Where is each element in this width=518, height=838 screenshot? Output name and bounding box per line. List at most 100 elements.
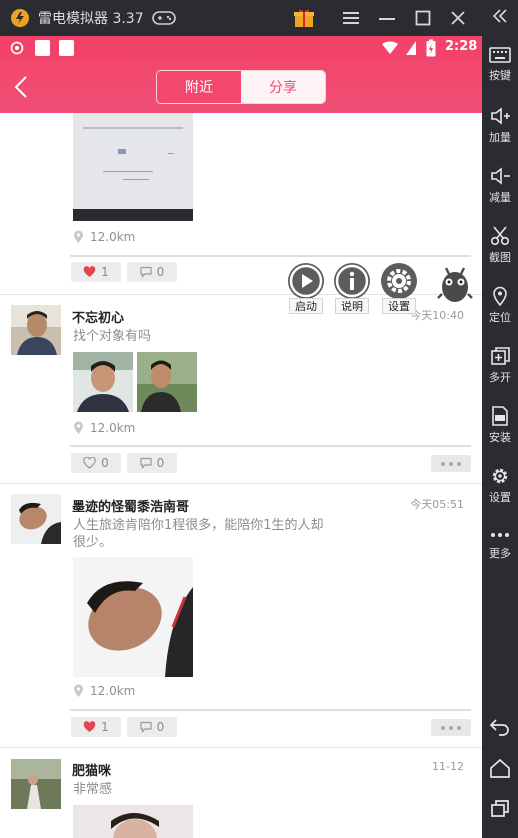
back-arrow-icon[interactable]: [13, 75, 29, 99]
toolbar-volume-up-label: 加量: [489, 131, 511, 144]
back-icon[interactable]: [482, 716, 518, 739]
comment-button[interactable]: 0: [127, 262, 177, 282]
android-notification-icon: [10, 41, 24, 55]
like-count: 1: [101, 720, 109, 734]
like-button[interactable]: 1: [71, 717, 121, 737]
post-photo[interactable]: [73, 352, 133, 412]
minimize-icon[interactable]: [374, 6, 400, 30]
floating-info-button[interactable]: [334, 263, 370, 299]
toolbar-volume-down[interactable]: 减量: [482, 166, 518, 205]
gear-icon: [492, 468, 508, 484]
location-pin-icon: [493, 286, 507, 306]
close-icon[interactable]: [445, 6, 471, 30]
gamepad-icon[interactable]: [151, 10, 176, 26]
divider: [70, 709, 471, 711]
toolbar-multi-open-label: 多开: [489, 371, 511, 384]
post-username[interactable]: 肥猫咪: [72, 760, 111, 779]
post-username[interactable]: 墨迹的怪蜀黍浩南哥: [72, 496, 189, 515]
tab-nearby[interactable]: 附近: [157, 71, 241, 103]
like-button[interactable]: 1: [71, 262, 121, 282]
floating-play-label: 启动: [289, 298, 323, 314]
tab-share[interactable]: 分享: [241, 71, 325, 103]
comment-button[interactable]: 0: [127, 453, 177, 473]
toolbar-keyboard-label: 按键: [489, 69, 511, 82]
feed-post: 墨迹的怪蜀黍浩南哥 今天05:51 人生旅途肯陪你1程很多，能陪你1生的人却 很…: [0, 484, 482, 748]
post-distance: 12.0km: [90, 230, 136, 244]
comment-icon: [140, 721, 152, 733]
like-button[interactable]: 0: [71, 453, 121, 473]
avatar[interactable]: [11, 759, 61, 809]
divider: [70, 255, 471, 257]
avatar[interactable]: [11, 494, 61, 544]
post-distance: 12.0km: [90, 421, 136, 435]
more-options-button[interactable]: [431, 719, 471, 736]
home-icon[interactable]: [482, 758, 518, 781]
toolbar-settings[interactable]: 设置: [482, 466, 518, 505]
toolbar-volume-down-label: 减量: [489, 191, 511, 204]
toolbar-install-apk[interactable]: 安装: [482, 406, 518, 445]
divider: [70, 445, 471, 447]
volume-up-icon: [491, 107, 510, 125]
post-location: 12.0km: [72, 421, 135, 435]
emulator-title: 雷电模拟器 3.37: [38, 11, 144, 27]
recent-apps-icon[interactable]: [482, 798, 518, 821]
info-icon: [335, 264, 369, 298]
like-count: 0: [101, 456, 109, 470]
heart-filled-icon: [83, 266, 96, 277]
like-count: 1: [101, 265, 109, 279]
post-photo[interactable]: [73, 805, 193, 838]
post-distance: 12.0km: [90, 684, 136, 698]
menu-icon[interactable]: [338, 6, 364, 30]
keyboard-icon: [489, 47, 511, 63]
toolbar-location-label: 定位: [489, 311, 511, 324]
play-icon: [289, 264, 323, 298]
post-time: 11-12: [432, 760, 464, 773]
sd-card-icon: [35, 40, 50, 56]
post-location: 12.0km: [72, 230, 135, 244]
post-text-line-2: 很少。: [73, 535, 113, 550]
toolbar-volume-up[interactable]: 加量: [482, 106, 518, 145]
post-time: 今天10:40: [410, 309, 464, 322]
toolbar-screenshot-label: 截图: [489, 251, 511, 264]
emulator-toolbar: 按键 加量 减量 截图 定位 多开 安装 设置 更多: [482, 0, 518, 838]
scissors-icon: [490, 226, 510, 246]
gift-icon[interactable]: [291, 6, 317, 30]
status-time: 2:28: [445, 39, 478, 54]
location-pin-icon: [74, 684, 83, 697]
toolbar-location[interactable]: 定位: [482, 286, 518, 325]
comment-count: 0: [156, 720, 165, 734]
post-text-line-1: 人生旅途肯陪你1程很多，能陪你1生的人却: [73, 518, 324, 533]
floating-play-button[interactable]: [288, 263, 324, 299]
toolbar-multi-open[interactable]: 多开: [482, 346, 518, 385]
toolbar-keyboard[interactable]: 按键: [482, 46, 518, 83]
location-pin-icon: [74, 230, 83, 243]
toolbar-screenshot[interactable]: 截图: [482, 226, 518, 265]
post-photo[interactable]: [137, 352, 197, 412]
post-username[interactable]: 不忘初心: [72, 307, 124, 326]
avatar[interactable]: [11, 305, 61, 355]
phone-screen: 2:28 附近 分享 12.0km 1 0 不忘初心 今天10:40 找个对象有…: [0, 36, 482, 838]
collapse-toolbar-icon[interactable]: [482, 8, 518, 27]
feed-list[interactable]: 12.0km 1 0 不忘初心 今天10:40 找个对象有吗 12.0km 0 …: [0, 113, 482, 838]
post-photo[interactable]: [73, 113, 193, 221]
more-options-button[interactable]: [431, 455, 471, 472]
heart-filled-icon: [83, 721, 96, 732]
floating-settings-button[interactable]: [381, 263, 417, 299]
floating-bug-mascot-icon[interactable]: [436, 262, 474, 306]
maximize-icon[interactable]: [410, 6, 436, 30]
gear-icon: [387, 269, 411, 293]
comment-icon: [140, 457, 152, 469]
apk-install-icon: [492, 406, 508, 426]
post-photo[interactable]: [73, 557, 193, 677]
comment-icon: [140, 266, 152, 278]
emulator-title-bar: 雷电模拟器 3.37: [0, 0, 518, 36]
toolbar-more[interactable]: 更多: [482, 528, 518, 561]
tab-switcher: 附近 分享: [156, 70, 326, 104]
post-location: 12.0km: [72, 684, 135, 698]
post-time: 今天05:51: [410, 498, 464, 511]
battery-charging-icon: [426, 39, 436, 57]
app-bar: 附近 分享: [0, 60, 482, 113]
more-dots-icon: [491, 533, 509, 537]
comment-button[interactable]: 0: [127, 717, 177, 737]
wifi-icon: [382, 41, 398, 54]
